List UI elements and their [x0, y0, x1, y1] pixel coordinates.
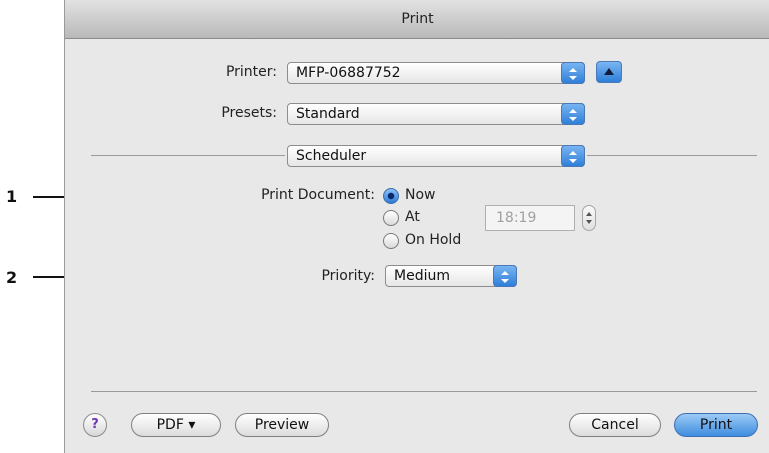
radio-on-hold-label: On Hold — [405, 232, 462, 248]
separator-left — [91, 155, 285, 156]
radio-on-hold[interactable] — [383, 233, 399, 249]
disclosure-triangle-icon[interactable] — [596, 61, 622, 83]
panel-popup[interactable]: Scheduler — [287, 145, 585, 167]
radio-now-label: Now — [405, 187, 436, 203]
stepper-arrows-icon[interactable] — [582, 205, 596, 231]
title-bar: Print — [65, 0, 769, 39]
printer-popup[interactable]: MFP-06887752 — [287, 62, 585, 84]
priority-popup[interactable]: Medium — [385, 265, 517, 287]
print-button[interactable]: Print — [674, 413, 758, 437]
priority-value: Medium — [394, 268, 450, 284]
popup-arrows-icon — [561, 62, 585, 84]
separator-right — [587, 155, 757, 156]
radio-now[interactable] — [383, 188, 399, 204]
popup-arrows-icon — [493, 265, 517, 287]
preview-button[interactable]: Preview — [235, 413, 329, 437]
printer-label: Printer: — [225, 64, 277, 80]
presets-value: Standard — [296, 106, 360, 122]
presets-popup[interactable]: Standard — [287, 103, 585, 125]
print-document-label: Print Document: — [261, 187, 375, 203]
presets-label: Presets: — [221, 105, 277, 121]
dialog-title: Print — [401, 11, 434, 27]
panel-value: Scheduler — [296, 148, 367, 164]
radio-at[interactable] — [383, 210, 399, 226]
print-dialog: Print Printer: MFP-06887752 Presets: Sta… — [64, 0, 769, 453]
priority-label: Priority: — [321, 268, 375, 284]
popup-arrows-icon — [561, 103, 585, 125]
popup-arrows-icon — [561, 145, 585, 167]
callout-1: 1 — [6, 187, 18, 206]
cancel-button[interactable]: Cancel — [569, 413, 661, 437]
printer-value: MFP-06887752 — [296, 65, 401, 81]
help-icon[interactable]: ? — [83, 413, 107, 437]
time-field[interactable]: 18:19 — [485, 205, 575, 231]
radio-at-label: At — [405, 209, 420, 225]
bottom-separator — [91, 391, 757, 392]
callout-2: 2 — [6, 268, 18, 287]
pdf-button[interactable]: PDF ▾ — [131, 413, 221, 437]
